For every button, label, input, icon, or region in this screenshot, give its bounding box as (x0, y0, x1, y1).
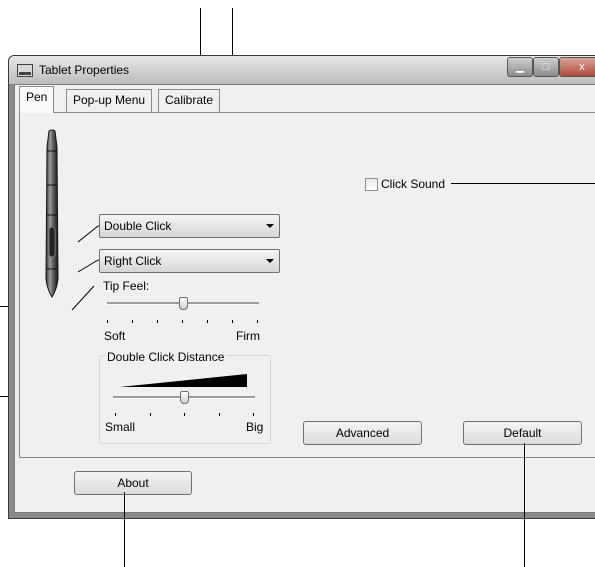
about-button[interactable]: About (74, 471, 192, 495)
tab-pen[interactable]: Pen (19, 86, 55, 113)
tab-calibrate[interactable]: Calibrate (158, 89, 221, 112)
tick-mark (253, 413, 254, 416)
double-click-distance-label: Double Click Distance (105, 350, 227, 364)
dialog-client-area: Pen Pop-up Menu Calibrate (14, 84, 595, 513)
tick-mark (219, 413, 220, 416)
tick-mark (184, 413, 185, 416)
upper-button-value: Double Click (104, 219, 172, 233)
tip-feel-min-label: Soft (104, 329, 126, 343)
advanced-button[interactable]: Advanced (303, 421, 422, 445)
chevron-down-icon (266, 259, 274, 263)
tick-mark (107, 320, 108, 323)
callout-line (451, 183, 595, 184)
close-button[interactable]: x (559, 57, 595, 77)
minimize-button[interactable]: ▁ (507, 57, 533, 77)
distance-min-label: Small (105, 420, 136, 434)
tab-label: Calibrate (165, 93, 214, 107)
pen-button-connectors (71, 225, 100, 311)
lower-button-dropdown[interactable]: Right Click (99, 249, 280, 273)
distance-slider[interactable] (180, 391, 189, 404)
distance-wedge-icon (120, 374, 247, 387)
maximize-button[interactable]: □ (533, 57, 559, 77)
callout-line (524, 443, 525, 567)
tip-feel-label: Tip Feel: (103, 279, 150, 293)
tick-mark (132, 320, 133, 323)
tick-mark (150, 413, 151, 416)
tip-feel-slider[interactable] (179, 297, 188, 310)
upper-button-dropdown[interactable]: Double Click (99, 214, 280, 238)
tab-label: Pen (26, 90, 48, 104)
click-sound-label: Click Sound (381, 177, 446, 191)
tick-mark (182, 320, 183, 323)
chevron-down-icon (266, 224, 274, 228)
tick-mark (115, 413, 116, 416)
callout-line (124, 492, 125, 567)
tick-mark (157, 320, 158, 323)
tip-feel-max-label: Firm (236, 329, 260, 343)
tick-mark (232, 320, 233, 323)
lower-button-value: Right Click (104, 254, 162, 268)
tick-mark (207, 320, 208, 323)
click-sound-checkbox[interactable] (365, 178, 378, 191)
tablet-app-icon (17, 64, 33, 77)
default-button[interactable]: Default (463, 421, 582, 445)
distance-max-label: Big (246, 420, 264, 434)
tick-mark (257, 320, 258, 323)
title-bar[interactable]: Tablet Properties ▁ □ x (9, 56, 595, 84)
window-title: Tablet Properties (39, 63, 130, 77)
pen-illustration (45, 129, 59, 298)
tab-pop-up-menu[interactable]: Pop-up Menu (66, 89, 153, 112)
tab-label: Pop-up Menu (73, 93, 146, 107)
